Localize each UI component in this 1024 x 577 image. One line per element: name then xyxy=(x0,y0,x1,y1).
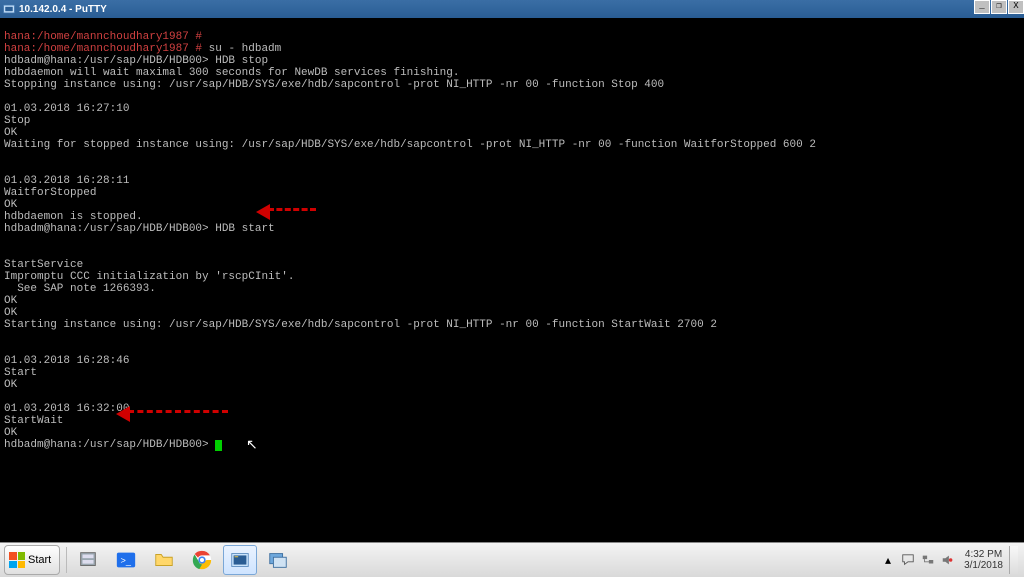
putty-icon xyxy=(3,3,15,15)
line: Impromptu CCC initialization by 'rscpCIn… xyxy=(4,271,294,283)
line: hdbdaemon will wait maximal 300 seconds … xyxy=(4,67,459,79)
line: WaitforStopped xyxy=(4,187,96,199)
cmd-su: su - hdbadm xyxy=(202,43,281,55)
line: Stopping instance using: /usr/sap/HDB/SY… xyxy=(4,79,664,91)
prompt-root: hana:/home/mannchoudhary1987 # xyxy=(4,43,202,55)
tray-date: 3/1/2018 xyxy=(964,560,1003,571)
svg-text:>_: >_ xyxy=(121,556,132,566)
close-button[interactable]: X xyxy=(1008,0,1024,14)
systray: ▴ 4:32 PM 3/1/2018 xyxy=(878,543,1024,577)
titlebar[interactable]: 10.142.0.4 - PuTTY _ ❐ X xyxy=(0,0,1024,18)
line: OK xyxy=(4,199,17,211)
line: See SAP note 1266393. xyxy=(4,283,156,295)
line: StartService xyxy=(4,259,83,271)
putty-icon xyxy=(229,549,251,571)
minimize-button[interactable]: _ xyxy=(974,0,990,14)
line: 01.03.2018 16:32:00 xyxy=(4,403,129,415)
line: hdbdaemon is stopped. xyxy=(4,211,143,223)
prompt-hdbadm: hdbadm@hana:/usr/sap/HDB/HDB00> xyxy=(4,439,215,451)
terminal[interactable]: hana:/home/mannchoudhary1987 # hana:/hom… xyxy=(2,18,1022,541)
folder-icon xyxy=(153,549,175,571)
windows-logo-icon xyxy=(9,552,25,568)
tray-show-hidden-icon[interactable]: ▴ xyxy=(880,552,896,568)
line: Waiting for stopped instance using: /usr… xyxy=(4,139,816,151)
line: Start xyxy=(4,367,37,379)
start-label: Start xyxy=(28,554,51,566)
line: OK xyxy=(4,379,17,391)
taskbar-item-server-manager[interactable] xyxy=(71,545,105,575)
tray-volume-icon[interactable] xyxy=(940,552,956,568)
tray-clock[interactable]: 4:32 PM 3/1/2018 xyxy=(964,549,1003,571)
tray-time: 4:32 PM xyxy=(964,549,1003,560)
line: OK xyxy=(4,295,17,307)
arrow-annotation-2 xyxy=(128,410,228,413)
arrow-annotation-1 xyxy=(268,208,316,211)
taskbar-item-powershell[interactable]: >_ xyxy=(109,545,143,575)
taskbar-item-rdp[interactable] xyxy=(261,545,295,575)
start-button[interactable]: Start xyxy=(4,545,60,575)
putty-window: 10.142.0.4 - PuTTY _ ❐ X hana:/home/mann… xyxy=(0,0,1024,543)
cursor xyxy=(215,440,222,451)
taskbar: Start >_ ▴ 4:32 PM 3/1/2018 xyxy=(0,542,1024,577)
line: Starting instance using: /usr/sap/HDB/SY… xyxy=(4,319,717,331)
taskbar-separator xyxy=(66,547,67,573)
maximize-button[interactable]: ❐ xyxy=(991,0,1007,14)
taskbar-item-explorer[interactable] xyxy=(147,545,181,575)
show-desktop-button[interactable] xyxy=(1009,546,1018,574)
line: OK xyxy=(4,427,17,439)
window-title: 10.142.0.4 - PuTTY xyxy=(19,4,107,15)
prompt-root: hana:/home/mannchoudhary1987 # xyxy=(4,31,202,43)
line: Stop xyxy=(4,115,30,127)
server-icon xyxy=(77,549,99,571)
line: OK xyxy=(4,127,17,139)
chrome-icon xyxy=(191,549,213,571)
taskbar-item-putty[interactable] xyxy=(223,545,257,575)
tray-action-center-icon[interactable] xyxy=(900,552,916,568)
line: StartWait xyxy=(4,415,63,427)
powershell-icon: >_ xyxy=(115,549,137,571)
tray-network-icon[interactable] xyxy=(920,552,936,568)
line: 01.03.2018 16:28:11 xyxy=(4,175,129,187)
rdp-icon xyxy=(267,549,289,571)
line: OK xyxy=(4,307,17,319)
line: hdbadm@hana:/usr/sap/HDB/HDB00> HDB star… xyxy=(4,223,275,235)
line: 01.03.2018 16:27:10 xyxy=(4,103,129,115)
line: hdbadm@hana:/usr/sap/HDB/HDB00> HDB stop xyxy=(4,55,268,67)
window-controls: _ ❐ X xyxy=(973,0,1024,14)
taskbar-item-chrome[interactable] xyxy=(185,545,219,575)
line: 01.03.2018 16:28:46 xyxy=(4,355,129,367)
